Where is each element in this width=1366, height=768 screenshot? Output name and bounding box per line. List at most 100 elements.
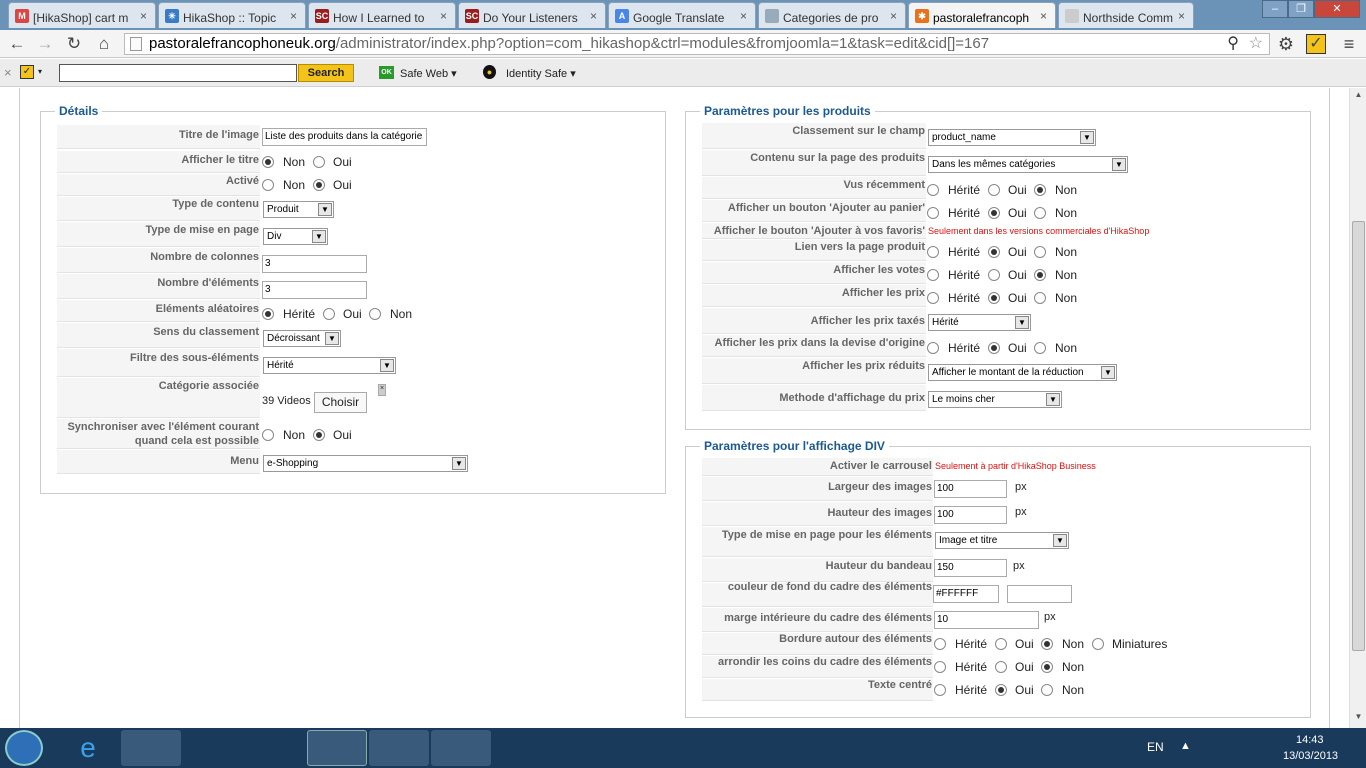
bordure-non-radio[interactable] <box>1041 638 1053 650</box>
tab-categories[interactable]: Categories de pro × <box>758 2 906 28</box>
address-bar[interactable]: pastoralefrancophoneuk.org/administrator… <box>124 33 1270 55</box>
panier-non-radio[interactable] <box>1034 207 1046 219</box>
forward-icon[interactable]: → <box>34 33 56 55</box>
methode-select[interactable]: Le moins cher ▼ <box>928 391 1062 408</box>
contenu-select[interactable]: Dans les mêmes catégories ▼ <box>928 156 1128 173</box>
tab-do-your-listeners[interactable]: SC Do Your Listeners × <box>458 2 606 28</box>
nb-colonnes-input[interactable]: 3 <box>262 255 367 273</box>
home-icon[interactable]: ⌂ <box>93 33 115 55</box>
prix-herite-radio[interactable] <box>927 292 939 304</box>
tray-arrow-icon[interactable]: ▲ <box>1180 740 1191 752</box>
close-icon[interactable]: × <box>740 9 747 23</box>
player-icon[interactable] <box>245 730 305 766</box>
identity-safe-button[interactable]: Identity Safe ▾ <box>506 67 576 80</box>
sync-non-radio[interactable] <box>262 429 274 441</box>
arrondir-non-radio[interactable] <box>1041 661 1053 673</box>
prix-non-radio[interactable] <box>1034 292 1046 304</box>
tab-how-i-learned[interactable]: SC How I Learned to × <box>308 2 456 28</box>
type-mise-select[interactable]: Div ▼ <box>263 228 328 245</box>
reduits-select[interactable]: Afficher le montant de la réduction ▼ <box>928 364 1117 381</box>
norton-icon[interactable]: ✓ <box>1306 34 1326 54</box>
scroll-up-icon[interactable]: ▲ <box>1352 90 1365 102</box>
vus-herite-radio[interactable] <box>927 184 939 196</box>
star-icon[interactable]: ☆ <box>1249 34 1263 54</box>
lien-non-radio[interactable] <box>1034 246 1046 258</box>
hauteur-input[interactable]: 100 <box>934 506 1007 524</box>
maximize-icon[interactable]: ❐ <box>1288 0 1314 18</box>
clock-time[interactable]: 14:43 <box>1296 734 1324 746</box>
reload-icon[interactable]: ↻ <box>63 33 85 55</box>
search-button[interactable]: Search <box>298 64 354 82</box>
close-icon[interactable]: × <box>290 9 297 23</box>
start-button[interactable] <box>5 730 43 766</box>
close-icon[interactable]: × <box>4 65 12 80</box>
chevron-down-icon[interactable]: ▾ <box>38 67 42 76</box>
afficher-titre-non-radio[interactable] <box>262 156 274 168</box>
centre-herite-radio[interactable] <box>934 684 946 696</box>
scroll-down-icon[interactable]: ▼ <box>1352 712 1365 724</box>
search-input[interactable] <box>59 64 297 82</box>
menu-select[interactable]: e-Shopping ▼ <box>263 455 468 472</box>
sync-oui-radio[interactable] <box>313 429 325 441</box>
largeur-input[interactable]: 100 <box>934 480 1007 498</box>
centre-non-radio[interactable] <box>1041 684 1053 696</box>
tab-hikashop-topic[interactable]: ✳ HikaShop :: Topic × <box>158 2 306 28</box>
language-indicator[interactable]: EN <box>1147 740 1164 754</box>
scrollbar-thumb[interactable] <box>1352 221 1365 651</box>
votes-oui-radio[interactable] <box>988 269 1000 281</box>
classement-select[interactable]: product_name ▼ <box>928 129 1096 146</box>
afficher-titre-oui-radio[interactable] <box>313 156 325 168</box>
arrondir-oui-radio[interactable] <box>995 661 1007 673</box>
bordure-herite-radio[interactable] <box>934 638 946 650</box>
devise-herite-radio[interactable] <box>927 342 939 354</box>
active-oui-radio[interactable] <box>313 179 325 191</box>
norton-check-icon[interactable]: ✓ <box>20 65 34 79</box>
color-swatch[interactable] <box>1007 585 1072 603</box>
aleatoires-non-radio[interactable] <box>369 308 381 320</box>
bordure-miniatures-radio[interactable] <box>1092 638 1104 650</box>
close-window-icon[interactable]: ✕ <box>1314 0 1360 18</box>
votes-herite-radio[interactable] <box>927 269 939 281</box>
lien-herite-radio[interactable] <box>927 246 939 258</box>
delete-icon[interactable]: × <box>378 384 386 396</box>
vus-non-radio[interactable] <box>1034 184 1046 196</box>
close-icon[interactable]: × <box>890 9 897 23</box>
bordure-oui-radio[interactable] <box>995 638 1007 650</box>
type-contenu-select[interactable]: Produit ▼ <box>263 201 334 218</box>
tab-northside[interactable]: Northside Comm × <box>1058 2 1194 28</box>
filtre-select[interactable]: Hérité ▼ <box>263 357 396 374</box>
clock-date[interactable]: 13/03/2013 <box>1283 750 1338 762</box>
bandeau-input[interactable]: 150 <box>934 559 1007 577</box>
app-icon[interactable] <box>431 730 491 766</box>
tab-hikashop-cart[interactable]: M [HikaShop] cart m × <box>8 2 156 28</box>
couleur-input[interactable]: #FFFFFF <box>933 585 999 603</box>
centre-oui-radio[interactable] <box>995 684 1007 696</box>
close-icon[interactable]: × <box>1040 9 1047 23</box>
ie-icon[interactable]: e <box>58 730 118 766</box>
prix-oui-radio[interactable] <box>988 292 1000 304</box>
aleatoires-oui-radio[interactable] <box>323 308 335 320</box>
titre-image-input[interactable]: Liste des produits dans la catégorie <box>262 128 427 146</box>
close-icon[interactable]: × <box>590 9 597 23</box>
chrome-icon[interactable] <box>307 730 367 766</box>
close-icon[interactable]: × <box>140 9 147 23</box>
minimize-icon[interactable]: – <box>1262 0 1288 18</box>
sens-select[interactable]: Décroissant ▼ <box>263 330 341 347</box>
tab-pastorale[interactable]: ✱ pastoralefrancoph × <box>908 2 1056 28</box>
back-icon[interactable]: ← <box>6 33 28 55</box>
explorer-icon[interactable] <box>121 730 181 766</box>
close-icon[interactable]: × <box>1178 9 1185 23</box>
vus-oui-radio[interactable] <box>988 184 1000 196</box>
arrondir-herite-radio[interactable] <box>934 661 946 673</box>
marge-input[interactable]: 10 <box>934 611 1039 629</box>
tab-google-translate[interactable]: A Google Translate × <box>608 2 756 28</box>
media-icon[interactable] <box>183 730 243 766</box>
safe-web-button[interactable]: Safe Web ▾ <box>400 67 457 80</box>
menu-icon[interactable]: ≡ <box>1338 33 1360 55</box>
panier-herite-radio[interactable] <box>927 207 939 219</box>
nb-elements-input[interactable]: 3 <box>262 281 367 299</box>
close-icon[interactable]: × <box>440 9 447 23</box>
devise-oui-radio[interactable] <box>988 342 1000 354</box>
aleatoires-herite-radio[interactable] <box>262 308 274 320</box>
active-non-radio[interactable] <box>262 179 274 191</box>
